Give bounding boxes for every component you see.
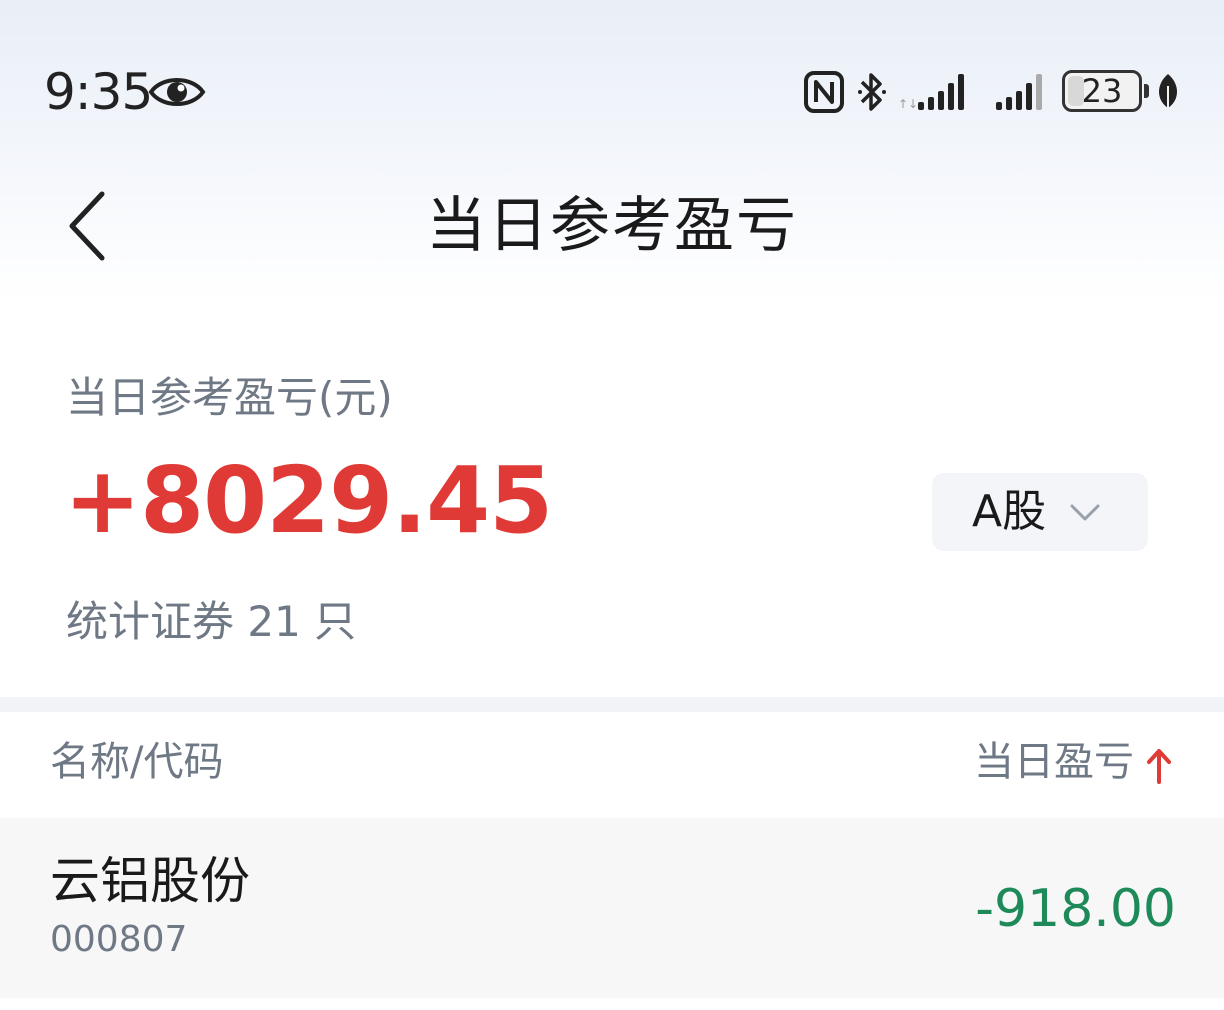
stock-code: 000807 <box>50 919 188 960</box>
stock-daily-pnl: -918.00 <box>975 879 1176 939</box>
daily-pnl-total: +8029.45 <box>64 447 553 554</box>
svg-text:↑↓: ↑↓ <box>898 97 918 111</box>
stock-name: 云铝股份 <box>50 852 250 910</box>
nfc-icon <box>804 71 844 113</box>
battery-icon: 23 <box>1062 70 1142 112</box>
chevron-down-icon <box>1070 504 1100 521</box>
leaf-icon <box>1159 74 1177 108</box>
column-header-name-code[interactable]: 名称/代码 <box>50 732 223 792</box>
chevron-left-icon <box>69 191 105 261</box>
page-title: 当日参考盈亏 <box>426 191 798 261</box>
sort-arrow-up-icon[interactable] <box>1144 746 1174 784</box>
market-select-dropdown[interactable]: A股 <box>932 473 1148 551</box>
summary-label: 当日参考盈亏(元) <box>66 373 393 422</box>
battery-level: 23 <box>1081 72 1123 110</box>
status-bar: 9:35 ↑↓ 23 <box>0 0 1224 140</box>
table-row[interactable]: 云铝股份 000807 -918.00 <box>0 818 1224 998</box>
status-time: 9:35 <box>44 63 153 121</box>
signal-icon: ↑↓ <box>898 74 964 111</box>
securities-count: 统计证券 21 只 <box>66 597 357 646</box>
bluetooth-icon <box>858 73 886 111</box>
back-button[interactable] <box>56 180 126 270</box>
market-select-label: A股 <box>972 486 1047 537</box>
eye-icon <box>148 78 206 106</box>
battery-tip <box>1144 84 1149 98</box>
column-header-daily-pnl[interactable]: 当日盈亏 <box>974 732 1134 792</box>
signal-icon <box>996 74 1042 110</box>
section-divider <box>0 697 1224 712</box>
